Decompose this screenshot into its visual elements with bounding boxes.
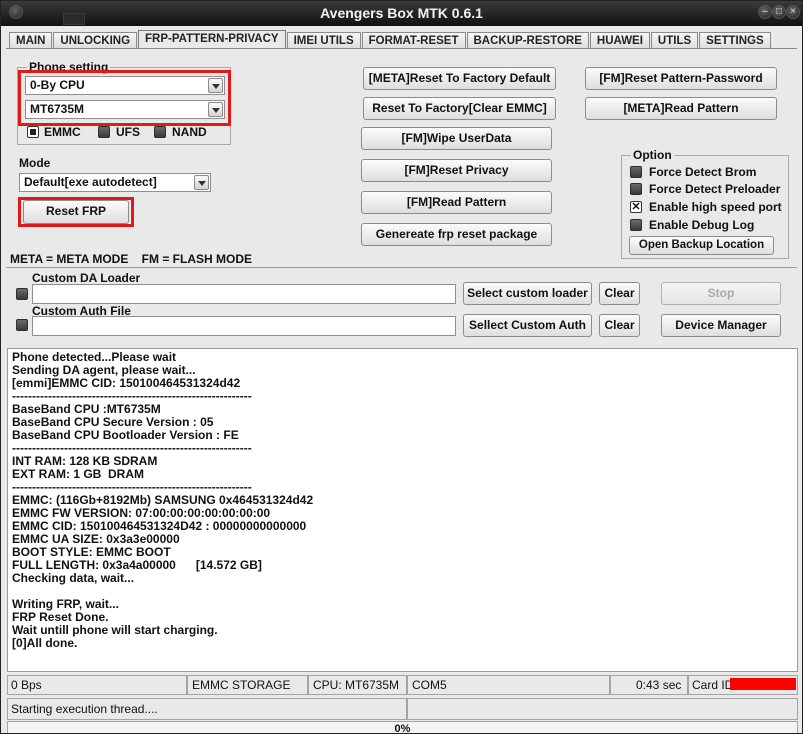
card-id-redaction [730, 678, 796, 690]
log-output[interactable]: Phone detected...Please wait Sending DA … [7, 348, 798, 672]
radio-emmc[interactable] [27, 126, 39, 138]
status-speed: 0 Bps [7, 675, 187, 695]
log-line: Wait untill phone will start charging. [12, 623, 218, 637]
checkbox-custom-da[interactable] [16, 288, 28, 300]
status-card-id: Card ID [688, 675, 798, 695]
enable-high-speed-port-label: Enable high speed port [649, 200, 782, 214]
tab-huawei[interactable]: HUAWEI [589, 32, 650, 49]
window-title: Avengers Box MTK 0.6.1 [320, 5, 483, 21]
mode-label: Mode [19, 156, 51, 170]
mode-select[interactable]: Default[exe autodetect] [19, 173, 211, 192]
maximize-icon: □ [775, 6, 783, 17]
status-time: 0:43 sec [610, 675, 688, 695]
highlight-box-phone-setting [18, 70, 231, 126]
select-custom-auth-button[interactable]: Sellect Custom Auth [463, 314, 592, 337]
close-icon: × [790, 6, 796, 17]
force-detect-brom-label: Force Detect Brom [649, 165, 757, 179]
tab-bar: MAIN UNLOCKING FRP-PATTERN-PRIVACY IMEI … [9, 30, 772, 49]
tab-backup-restore[interactable]: BACKUP-RESTORE [466, 32, 589, 49]
log-line: Checking data, wait... [12, 571, 135, 585]
panel-divider [6, 267, 797, 268]
stop-button[interactable]: Stop [661, 282, 781, 305]
fm-reset-pattern-password-button[interactable]: [FM]Reset Pattern-Password [585, 67, 777, 90]
minimize-button[interactable]: – [758, 5, 772, 19]
log-line: Writing FRP, wait... [12, 597, 119, 611]
meta-reset-factory-button[interactable]: [META]Reset To Factory Default [363, 67, 556, 90]
log-line: [0]All done. [12, 636, 78, 650]
clear-auth-button[interactable]: Clear [599, 314, 640, 337]
device-manager-button[interactable]: Device Manager [661, 314, 781, 337]
checkbox-force-detect-brom[interactable] [630, 166, 642, 178]
highlight-box-reset-frp [18, 197, 134, 227]
enable-debug-log-label: Enable Debug Log [649, 218, 755, 232]
clear-da-button[interactable]: Clear [599, 282, 640, 305]
chevron-down-icon[interactable] [194, 175, 209, 190]
close-button[interactable]: × [786, 5, 800, 19]
checkbox-force-detect-preloader[interactable] [630, 183, 642, 195]
progress-text: 0% [394, 723, 411, 734]
custom-da-input[interactable] [32, 284, 456, 304]
status-thread: Starting execution thread.... [7, 698, 407, 720]
mode-select-value: Default[exe autodetect] [24, 175, 157, 189]
fm-read-pattern-button[interactable]: [FM]Read Pattern [361, 191, 552, 214]
custom-da-label: Custom DA Loader [32, 271, 141, 285]
status-port: COM5 [407, 675, 610, 695]
nand-label: NAND [172, 125, 207, 139]
maximize-button[interactable]: □ [772, 5, 786, 19]
tab-utils[interactable]: UTILS [650, 32, 699, 49]
card-id-label: Card ID [692, 678, 734, 692]
meta-read-pattern-button[interactable]: [META]Read Pattern [585, 97, 777, 120]
tab-main[interactable]: MAIN [9, 32, 53, 49]
fm-wipe-userdata-button[interactable]: [FM]Wipe UserData [361, 127, 552, 150]
generate-frp-package-button[interactable]: Genereate frp reset package [361, 223, 552, 246]
status-empty [407, 698, 798, 720]
option-title: Option [631, 148, 674, 162]
status-cpu: CPU: MT6735M [308, 675, 407, 695]
status-bar-2: Starting execution thread.... [7, 698, 798, 720]
title-bar: Avengers Box MTK 0.6.1 – □ × [1, 1, 802, 26]
custom-auth-input[interactable] [32, 316, 456, 336]
minimize-icon: – [762, 6, 768, 17]
checkbox-custom-auth[interactable] [16, 319, 28, 331]
status-bar: 0 Bps EMMC STORAGE CPU: MT6735M COM5 0:4… [7, 675, 798, 695]
reset-factory-clear-emmc-button[interactable]: Reset To Factory[Clear EMMC] [363, 97, 556, 120]
app-window: Avengers Box MTK 0.6.1 – □ × MAIN UNLOCK… [0, 0, 803, 734]
status-storage: EMMC STORAGE [187, 675, 308, 695]
mode-legend: META = META MODE FM = FLASH MODE [10, 252, 252, 266]
checkbox-enable-high-speed-port[interactable]: ✕ [630, 201, 642, 213]
tab-frp-pattern-privacy[interactable]: FRP-PATTERN-PRIVACY [138, 30, 286, 49]
progress-bar: 0% [7, 721, 798, 734]
emmc-label: EMMC [44, 125, 81, 139]
radio-ufs[interactable] [98, 126, 110, 138]
fm-reset-privacy-button[interactable]: [FM]Reset Privacy [361, 159, 552, 182]
ufs-label: UFS [116, 125, 140, 139]
select-custom-loader-button[interactable]: Select custom loader [463, 282, 592, 305]
checkbox-enable-debug-log[interactable] [630, 219, 642, 231]
force-detect-preloader-label: Force Detect Preloader [649, 182, 781, 196]
open-backup-location-button[interactable]: Open Backup Location [629, 236, 774, 255]
tab-imei-utils[interactable]: IMEI UTILS [286, 32, 361, 49]
tab-settings[interactable]: SETTINGS [699, 32, 771, 49]
tab-unlocking[interactable]: UNLOCKING [53, 32, 138, 49]
radio-nand[interactable] [154, 126, 166, 138]
tab-format-reset[interactable]: FORMAT-RESET [361, 32, 466, 49]
check-x-icon: ✕ [631, 201, 641, 213]
